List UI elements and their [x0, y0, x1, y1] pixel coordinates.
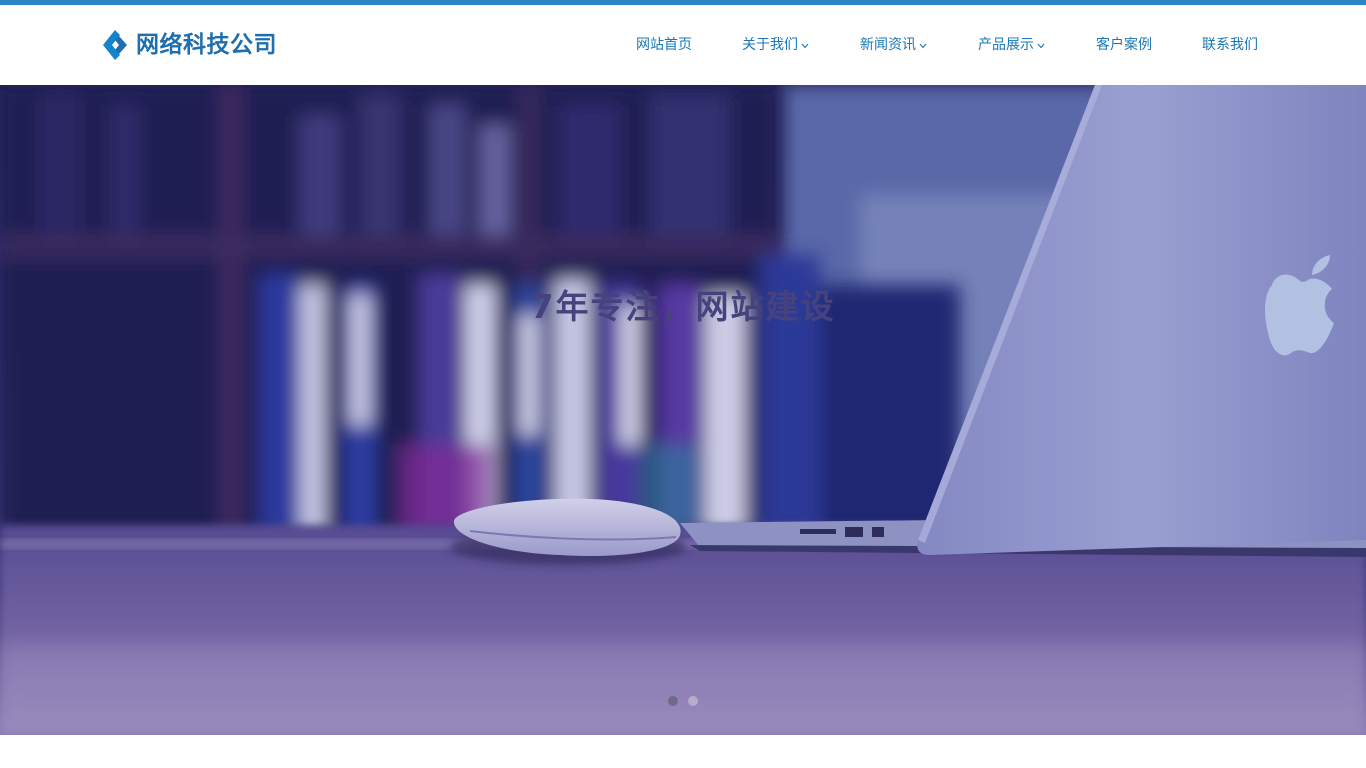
nav-item-home[interactable]: 网站首页 — [636, 5, 692, 85]
nav-item-news[interactable]: 新闻资讯 — [860, 5, 927, 85]
hero-background-image — [0, 85, 1366, 735]
nav-item-label: 客户案例 — [1096, 37, 1152, 53]
site-logo[interactable]: 网络科技公司 — [101, 29, 277, 61]
nav-item-about[interactable]: 关于我们 — [742, 5, 809, 85]
slider-dot-2[interactable] — [688, 696, 698, 706]
chevron-down-icon — [919, 43, 927, 49]
nav-item-contact[interactable]: 联系我们 — [1202, 5, 1258, 85]
nav-item-label: 产品展示 — [978, 37, 1034, 53]
nav-item-label: 网站首页 — [636, 37, 692, 53]
hero-banner-slider[interactable]: 7年专注，网站建设 — [0, 85, 1366, 735]
nav-item-cases[interactable]: 客户案例 — [1096, 5, 1152, 85]
site-header: 网络科技公司 网站首页 关于我们 新闻资讯 产品展示 客户案例 联系我们 — [0, 5, 1366, 85]
nav-item-label: 新闻资讯 — [860, 37, 916, 53]
nav-item-label: 关于我们 — [742, 37, 798, 53]
site-name: 网络科技公司 — [136, 32, 277, 58]
chevron-down-icon — [1037, 43, 1045, 49]
chevron-down-icon — [801, 43, 809, 49]
nav-item-products[interactable]: 产品展示 — [978, 5, 1045, 85]
hero-title: 7年专注，网站建设 — [530, 287, 836, 326]
nav-item-label: 联系我们 — [1202, 37, 1258, 53]
logo-icon — [103, 30, 127, 60]
slider-dot-1[interactable] — [668, 696, 678, 706]
